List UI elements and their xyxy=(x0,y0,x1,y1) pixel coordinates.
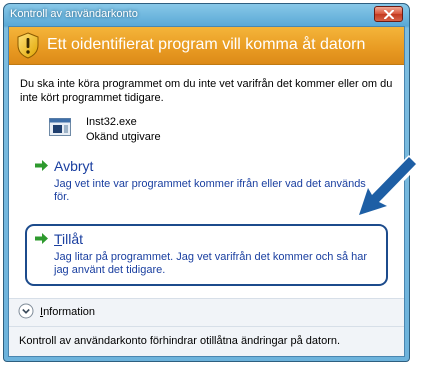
title-bar[interactable]: Kontroll av användarkonto xyxy=(4,4,409,26)
window-title: Kontroll av användarkonto xyxy=(10,8,138,20)
allow-option-description: Jag litar på programmet. Jag vet varifrå… xyxy=(54,251,368,276)
banner-heading: Ett oidentifierat program vill komma åt … xyxy=(47,36,366,53)
dialog-content: Ett oidentifierat program vill komma åt … xyxy=(8,26,405,357)
footer-bar: Kontroll av användarkonto förhindrar oti… xyxy=(9,327,404,356)
green-arrow-icon xyxy=(35,233,48,244)
cancel-option-title: Avbryt xyxy=(54,158,94,174)
cancel-option-description: Jag vet inte var programmet kommer ifrån… xyxy=(54,178,366,203)
close-button[interactable] xyxy=(374,6,403,22)
chevron-down-circle-icon[interactable] xyxy=(18,303,34,319)
warning-message: Du ska inte köra programmet om du inte v… xyxy=(20,78,393,104)
allow-accelerator-letter: T xyxy=(54,231,63,247)
uac-dialog-window: Kontroll av användarkonto Ett oidentifie… xyxy=(3,3,410,362)
details-bar: Information xyxy=(9,299,404,326)
application-icon xyxy=(49,118,71,136)
program-publisher: Okänd utgivare xyxy=(86,131,161,143)
program-name: Inst32.exe xyxy=(86,116,137,128)
close-icon xyxy=(384,10,394,19)
allow-option-title: Tillåt xyxy=(54,231,83,247)
footer-text: Kontroll av användarkonto förhindrar oti… xyxy=(19,335,341,347)
allow-option-button[interactable]: Tillåt Jag litar på programmet. Jag vet … xyxy=(29,227,384,281)
green-arrow-icon xyxy=(35,160,48,171)
cancel-option-button[interactable]: Avbryt Jag vet inte var programmet komme… xyxy=(29,154,384,211)
warning-banner: Ett oidentifierat program vill komma åt … xyxy=(9,27,404,65)
details-label-rest: nformation xyxy=(43,306,96,318)
allow-title-rest: illåt xyxy=(62,231,84,247)
shield-warning-icon xyxy=(17,32,39,59)
details-toggle[interactable]: Information xyxy=(40,306,95,318)
